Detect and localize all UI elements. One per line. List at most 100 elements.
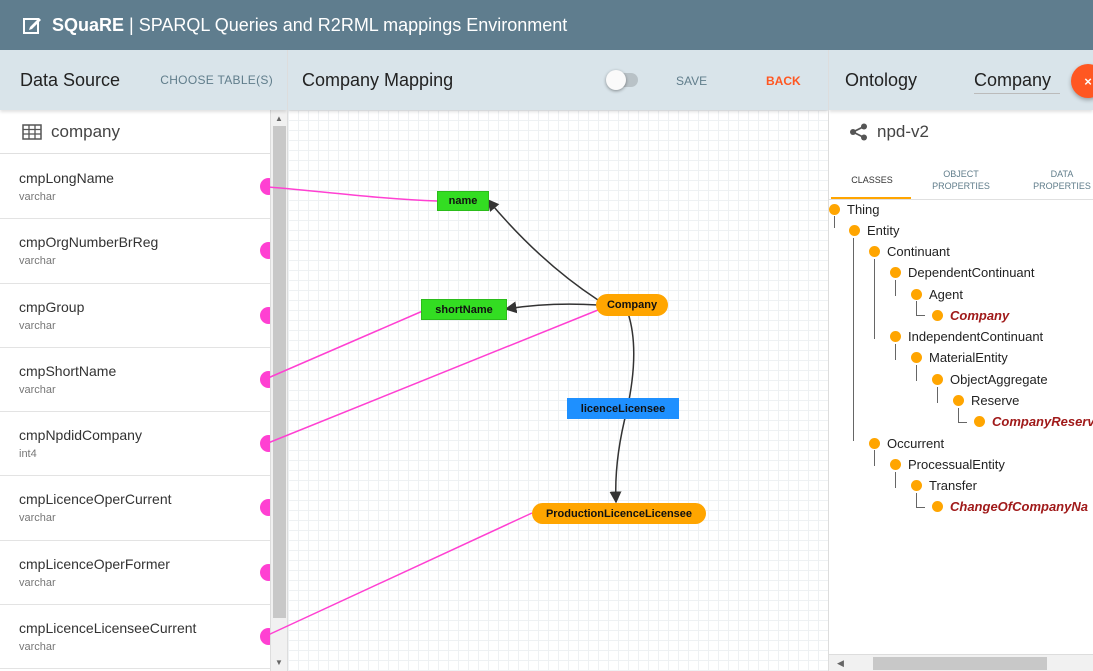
tab-label: PROPERTIES xyxy=(1033,181,1091,191)
tree-node-label: Transfer xyxy=(929,478,977,493)
column-name: cmpNpdidCompany xyxy=(19,427,142,444)
app-header: SQuaRE | SPARQL Queries and R2RML mappin… xyxy=(0,0,1093,50)
tab-classes[interactable]: CLASSES xyxy=(849,174,895,186)
tree-node[interactable]: Transfer xyxy=(911,478,977,493)
class-icon xyxy=(911,289,922,300)
mapping-header: Company Mapping SAVE BACK xyxy=(288,50,828,110)
scrollbar-thumb[interactable] xyxy=(873,657,1047,670)
column-type: varchar xyxy=(19,512,56,525)
tree-node[interactable]: MaterialEntity xyxy=(911,350,1008,365)
tree-node-label: ChangeOfCompanyNa xyxy=(950,499,1088,514)
title-separator: | xyxy=(129,14,134,35)
tree-node-label: CompanyReserv xyxy=(992,414,1093,429)
scroll-down-icon[interactable]: ▼ xyxy=(275,658,283,667)
scroll-left-icon[interactable]: ◀ xyxy=(837,658,844,669)
column-item: cmpOrgNumberBrReg varchar xyxy=(0,219,277,284)
column-type: varchar xyxy=(19,576,56,589)
choose-tables-button[interactable]: CHOOSE TABLE(S) xyxy=(160,73,273,87)
data-source-title: Data Source xyxy=(20,69,121,90)
toggle-knob[interactable] xyxy=(606,70,626,90)
column-type: varchar xyxy=(19,255,56,268)
back-button[interactable]: BACK xyxy=(766,74,801,88)
tree-node-label: IndependentContinuant xyxy=(908,329,1044,344)
tree-node-selected[interactable]: Company xyxy=(932,308,1009,323)
save-button[interactable]: SAVE xyxy=(676,74,707,88)
ontology-search-input[interactable]: Company xyxy=(974,70,1060,94)
mapping-canvas[interactable] xyxy=(288,110,828,671)
tree-node-label: ProcessualEntity xyxy=(908,457,1005,472)
tree-node-label: Entity xyxy=(867,223,900,238)
tree-node[interactable]: Entity xyxy=(849,223,900,238)
tree-node[interactable]: Occurrent xyxy=(869,436,944,451)
node-licence-licensee[interactable]: licenceLicensee xyxy=(567,398,679,419)
class-icon xyxy=(911,352,922,363)
tree-node[interactable]: IndependentContinuant xyxy=(890,329,1043,344)
ontology-name: npd-v2 xyxy=(877,122,929,141)
share-icon xyxy=(850,123,867,141)
column-scrollbar[interactable]: ▲ ▼ xyxy=(270,110,287,671)
ontology-name-row: npd-v2 xyxy=(849,122,929,142)
tree-node-label: Occurrent xyxy=(887,436,945,451)
table-name: company xyxy=(51,121,120,141)
tree-node-label: Thing xyxy=(847,202,880,217)
tree-node[interactable]: DependentContinuant xyxy=(890,265,1035,280)
node-company[interactable]: Company xyxy=(596,294,668,316)
column-name: cmpLicenceOperFormer xyxy=(19,555,170,572)
class-tree: Thing Entity Continuant DependentContinu… xyxy=(829,200,1093,650)
data-source-panel: Data Source CHOOSE TABLE(S) company cmpL… xyxy=(0,50,288,671)
class-icon xyxy=(890,331,901,342)
node-name[interactable]: name xyxy=(437,191,489,211)
column-item: cmpShortName varchar xyxy=(0,348,277,413)
tree-node[interactable]: Thing xyxy=(829,202,880,217)
ontology-panel: Ontology Company × npd-v2 CLASSES OBJECT… xyxy=(828,50,1093,671)
class-icon xyxy=(890,267,901,278)
tree-node[interactable]: ProcessualEntity xyxy=(890,457,1005,472)
tab-label: OBJECT xyxy=(943,169,979,179)
class-icon xyxy=(932,374,943,385)
mapping-panel: Company Mapping SAVE BACK xyxy=(288,50,828,671)
scrollbar-thumb[interactable] xyxy=(273,126,286,618)
node-production-licence[interactable]: ProductionLicenceLicensee xyxy=(532,503,706,524)
class-icon xyxy=(911,480,922,491)
tree-node[interactable]: ObjectAggregate xyxy=(932,372,1048,387)
column-type: int4 xyxy=(19,448,37,461)
tree-node-label: ObjectAggregate xyxy=(950,372,1048,387)
column-type: varchar xyxy=(19,191,56,203)
data-source-header: Data Source CHOOSE TABLE(S) xyxy=(0,50,287,110)
tab-object-properties[interactable]: OBJECT PROPERTIES xyxy=(925,168,997,192)
table-header: company xyxy=(0,110,287,154)
class-icon xyxy=(890,459,901,470)
close-button[interactable]: × xyxy=(1071,64,1093,98)
column-name: cmpLicenceOperCurrent xyxy=(19,491,172,508)
tree-node-label: MaterialEntity xyxy=(929,350,1008,365)
tree-node-selected[interactable]: CompanyReserv xyxy=(974,414,1093,429)
tab-label: CLASSES xyxy=(851,175,893,185)
mapping-title: Company Mapping xyxy=(302,69,454,90)
tab-label: PROPERTIES xyxy=(932,181,990,191)
tree-node[interactable]: Continuant xyxy=(869,244,950,259)
column-name: cmpLongName xyxy=(19,170,114,186)
column-item: cmpLicenceLicenseeCurrent varchar xyxy=(0,605,277,670)
class-icon xyxy=(869,438,880,449)
column-name: cmpOrgNumberBrReg xyxy=(19,234,159,251)
scroll-up-icon[interactable]: ▲ xyxy=(275,114,283,123)
column-type: varchar xyxy=(19,641,56,654)
tree-node-label: Reserve xyxy=(971,393,1020,408)
column-type: varchar xyxy=(19,319,56,332)
node-shortname[interactable]: shortName xyxy=(421,299,507,320)
tree-node-label: Continuant xyxy=(887,244,950,259)
tree-node[interactable]: Agent xyxy=(911,287,963,302)
column-name: cmpGroup xyxy=(19,298,85,315)
column-item: cmpGroup varchar xyxy=(0,284,277,348)
column-item: cmpLongName varchar xyxy=(0,155,277,220)
tree-node-label: Company xyxy=(950,308,1010,323)
tab-data-properties[interactable]: DATA PROPERTIES xyxy=(1027,168,1093,192)
tree-node-selected[interactable]: ChangeOfCompanyNa xyxy=(932,499,1088,514)
tree-node[interactable]: Reserve xyxy=(953,393,1019,408)
app-title: SPARQL Queries and R2RML mappings Enviro… xyxy=(138,14,568,35)
column-item: cmpLicenceOperCurrent varchar xyxy=(0,476,277,541)
mapping-toggle[interactable] xyxy=(606,70,638,90)
app-brand: SQuaRE xyxy=(52,14,125,35)
tree-horizontal-scrollbar[interactable]: ◀ xyxy=(829,654,1093,671)
tab-label: DATA xyxy=(1050,169,1074,179)
